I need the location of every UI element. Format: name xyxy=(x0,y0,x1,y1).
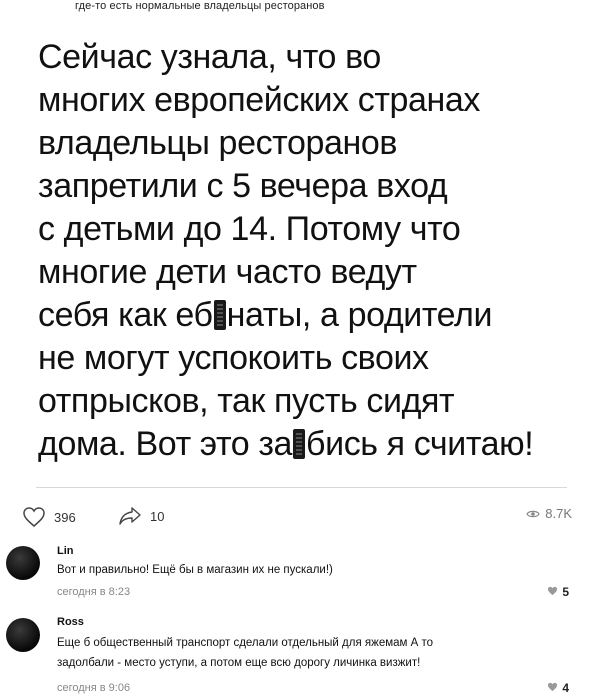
like-button[interactable]: 396 xyxy=(22,506,76,528)
post-line: не могут успокоить своих xyxy=(38,339,429,377)
comment-like-button[interactable]: 5 xyxy=(547,585,569,599)
post-line: с детьми до 14. Потому что xyxy=(38,210,461,248)
post-line: многих европейских странах xyxy=(38,81,480,119)
post-stats: 396 10 8.7K xyxy=(22,506,572,528)
post-line: владельцы ресторанов xyxy=(38,124,398,162)
post-line: отпрысков, так пусть сидят xyxy=(38,382,455,420)
share-arrow-icon xyxy=(118,506,142,526)
post-line-part: себя как еб xyxy=(38,296,213,334)
post-line: Сейчас узнала, что во xyxy=(38,38,381,76)
censor-sticker-icon xyxy=(213,300,226,330)
post-text: Сейчас узнала, что во многих европейских… xyxy=(38,36,583,466)
like-count: 396 xyxy=(54,509,76,525)
post-line: себя как еб наты, а родители xyxy=(38,294,583,337)
post-line: многие дети часто ведут xyxy=(38,253,417,291)
share-button[interactable]: 10 xyxy=(118,506,164,526)
post-line-part: бись я считаю! xyxy=(306,425,534,463)
comment-author[interactable]: Ross xyxy=(57,616,84,628)
censor-sticker-icon xyxy=(293,429,306,459)
heart-icon xyxy=(547,585,558,599)
caption: где-то есть нормальные владельцы рестора… xyxy=(75,0,325,12)
heart-icon xyxy=(22,506,46,528)
divider xyxy=(36,487,567,488)
view-count: 8.7K xyxy=(545,506,572,521)
post-line-part: дома. Вот это за xyxy=(38,425,293,463)
avatar[interactable] xyxy=(6,546,40,580)
post-line: дома. Вот это за бись я считаю! xyxy=(38,423,583,466)
comment-time: сегодня в 9:06 xyxy=(57,682,131,694)
eye-icon xyxy=(526,509,540,519)
post-line-part: наты, а родители xyxy=(226,296,493,334)
comment-like-count: 5 xyxy=(562,585,569,599)
comment-text: Еще б общественный транспорт сделали отд… xyxy=(57,637,434,649)
comment-author[interactable]: Lin xyxy=(57,545,74,557)
post-line: запретили с 5 вечера вход xyxy=(38,167,448,205)
comment-time: сегодня в 8:23 xyxy=(57,586,131,598)
avatar[interactable] xyxy=(6,618,40,652)
share-count: 10 xyxy=(150,508,165,524)
views: 8.7K xyxy=(526,506,572,521)
comment-text: Вот и правильно! Ещё бы в магазин их не … xyxy=(57,564,333,576)
comment-text: задолбали - место уступи, а потом еще вс… xyxy=(57,657,421,669)
